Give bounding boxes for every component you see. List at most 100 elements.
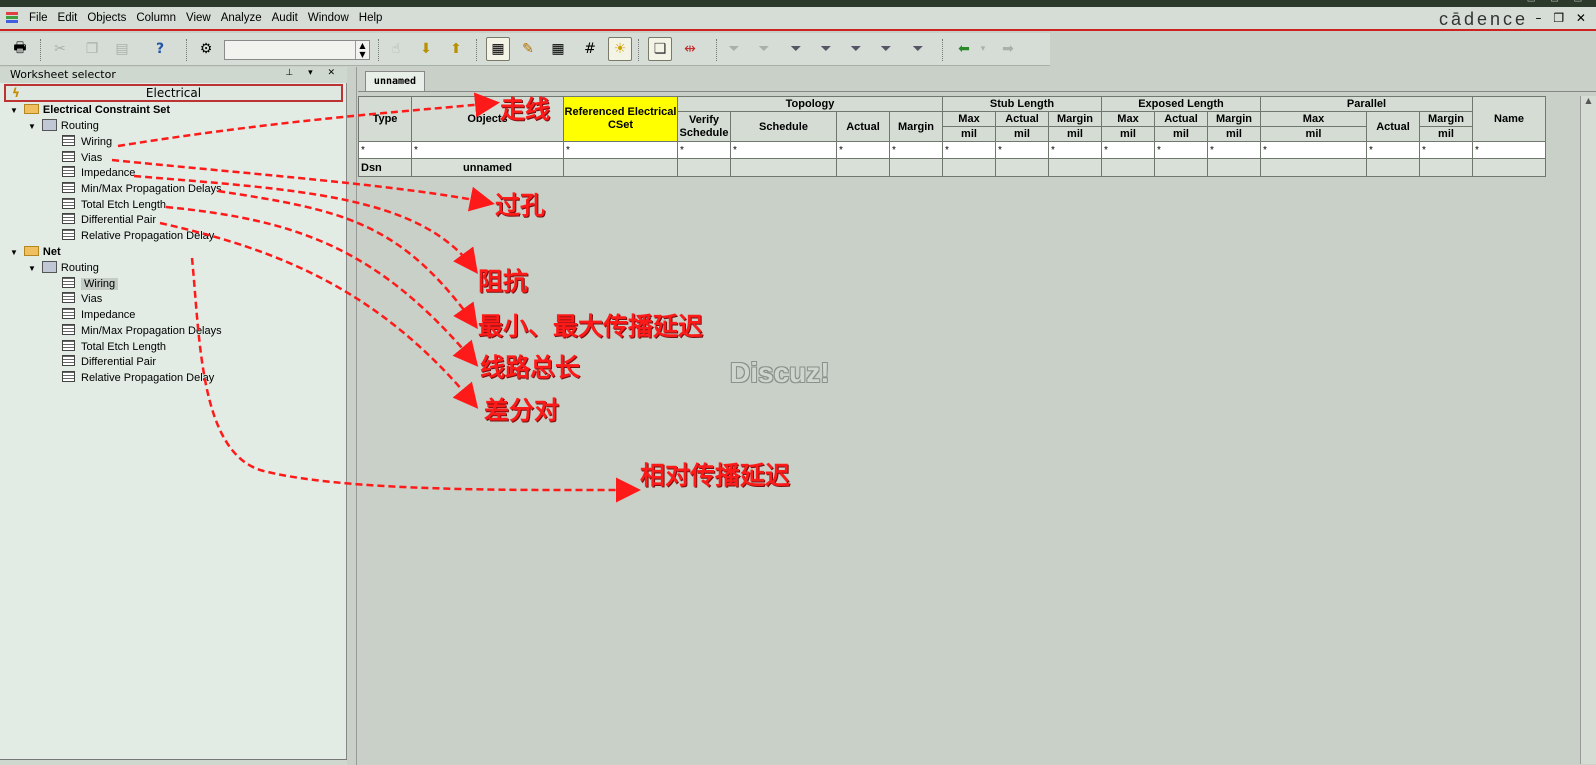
menu-file[interactable]: File [24,12,53,24]
select-icon[interactable]: ☝ [384,37,408,61]
filter-cell[interactable]: * [995,141,1049,159]
cell-stub-actual[interactable] [995,158,1049,177]
menu-audit[interactable]: Audit [267,12,303,24]
tree-item-differential-pair[interactable]: Differential Pair [62,213,156,228]
panel-pin-controls[interactable]: ⊥ ▾ ✕ [285,68,341,78]
filter-cell[interactable]: * [411,141,564,159]
worksheet-icon[interactable]: ▦ [486,37,510,61]
cell-schedule[interactable] [730,158,837,177]
back-dropdown-icon[interactable]: ▾ [976,37,990,61]
menu-objects[interactable]: Objects [82,12,131,24]
col-header-topology-margin[interactable]: Margin [889,111,943,142]
tree-item-net-vias[interactable]: Vias [62,292,102,307]
tree-item-relative-propagation[interactable]: Relative Propagation Delay [62,229,214,244]
table-row[interactable]: Dsn unnamed [358,158,1546,177]
cell-stub-max[interactable] [942,158,996,177]
col-header-parallel-margin[interactable]: Margin [1419,111,1473,127]
filter-cell[interactable]: * [1260,141,1367,159]
filter-multi-icon[interactable]: ⏷ [906,37,930,61]
object-search-combo[interactable]: ▲ ▼ [224,40,370,60]
cut-icon[interactable]: ✂ [48,37,72,61]
filter-cell[interactable]: * [1101,141,1155,159]
filter-cell[interactable]: * [1366,141,1420,159]
tree-node-cset-routing[interactable]: ▼ Routing [28,119,99,134]
tree-node-cset[interactable]: ▼ Electrical Constraint Set [10,103,170,118]
col-header-stub-actual[interactable]: Actual [995,111,1049,127]
window-controls[interactable]: – ❐ ✕ [1536,11,1590,25]
cell-exposed-max[interactable] [1101,158,1155,177]
filter-object-icon[interactable]: ⚙ [194,37,218,61]
col-header-stub-max[interactable]: Max [942,111,996,127]
col-header-parallel-actual[interactable]: Actual [1366,111,1420,142]
panel-bottom-tab[interactable] [0,759,347,765]
col-header-exposed-margin[interactable]: Margin [1207,111,1261,127]
col-header-exposed-max[interactable]: Max [1101,111,1155,127]
edit-cset-icon[interactable]: ✎ [516,37,540,61]
filter-cell[interactable]: * [836,141,890,159]
number-format-icon[interactable]: # [578,37,602,61]
tree-item-net-wiring[interactable]: Wiring [62,277,119,292]
cell-type[interactable]: Dsn [358,158,412,177]
cell-ref-cset[interactable] [563,158,678,177]
tab-unnamed[interactable]: unnamed [365,71,425,91]
col-header-stub-margin[interactable]: Margin [1048,111,1102,127]
filter-cell[interactable]: * [1154,141,1208,159]
grid-view-icon[interactable]: ▦ [546,37,570,61]
filter-clear-icon[interactable]: ⏷ [784,37,808,61]
tree-item-net-differential-pair[interactable]: Differential Pair [62,355,156,370]
col-header-type[interactable]: Type [358,96,412,142]
tree-item-impedance[interactable]: Impedance [62,166,135,181]
cell-stub-margin[interactable] [1048,158,1102,177]
connect-icon[interactable]: ⇹ [678,37,702,61]
expand-toggle-icon[interactable]: ▼ [10,248,18,257]
cell-topology-margin[interactable] [889,158,943,177]
forward-arrow-icon[interactable]: ➡ [996,37,1020,61]
combo-spinner-icon[interactable]: ▲ ▼ [355,41,369,59]
filter-cell[interactable]: * [677,141,731,159]
tree-item-net-total-etch-length[interactable]: Total Etch Length [62,340,166,355]
print-icon[interactable]: 🖶 [8,37,32,61]
help-icon[interactable]: ? [148,37,172,61]
menu-edit[interactable]: Edit [53,12,83,24]
tree-item-vias[interactable]: Vias [62,151,102,166]
copy-icon[interactable]: ❐ [80,37,104,61]
col-header-schedule[interactable]: Schedule [730,111,837,142]
filter-cell[interactable]: * [889,141,943,159]
filter-cell[interactable]: * [1472,141,1546,159]
col-header-exposed-actual[interactable]: Actual [1154,111,1208,127]
filter-cell[interactable]: * [563,141,678,159]
cell-parallel-margin[interactable] [1419,158,1473,177]
filter-icon[interactable]: ⏷ [722,37,746,61]
tree-item-net-impedance[interactable]: Impedance [62,308,135,323]
filter-star-icon[interactable]: ⏷ [844,37,868,61]
filter-net-icon[interactable]: ⏷ [814,37,838,61]
bookmark-up-icon[interactable]: ⬆ [444,37,468,61]
panel-splitter[interactable] [347,67,357,765]
tree-item-minmax-propagation[interactable]: Min/Max Propagation Delays [62,182,222,197]
menu-analyze[interactable]: Analyze [216,12,267,24]
cell-exposed-actual[interactable] [1154,158,1208,177]
vertical-scrollbar[interactable]: ▲ [1580,96,1596,764]
cell-parallel-actual[interactable] [1366,158,1420,177]
filter-green-icon[interactable]: ⏷ [874,37,898,61]
cell-exposed-margin[interactable] [1207,158,1261,177]
cell-name[interactable] [1472,158,1546,177]
filter-cell[interactable]: * [942,141,996,159]
window-layers-icon[interactable]: ❏ [648,37,672,61]
menu-column[interactable]: Column [131,12,181,24]
menu-help[interactable]: Help [354,12,388,24]
title-controls[interactable]: ▭ ▭ ▭ [1527,0,1588,5]
tree-item-net-minmax-propagation[interactable]: Min/Max Propagation Delays [62,324,222,339]
col-header-topology-actual[interactable]: Actual [836,111,890,142]
col-header-name[interactable]: Name [1472,96,1546,142]
tree-node-net-routing[interactable]: ▼ Routing [28,261,99,276]
filter-cell[interactable]: * [730,141,837,159]
expand-toggle-icon[interactable]: ▼ [28,264,36,273]
tree-item-total-etch-length[interactable]: Total Etch Length [62,198,166,213]
tree-node-net[interactable]: ▼ Net [10,245,61,260]
expand-toggle-icon[interactable]: ▼ [10,106,18,115]
tree-item-wiring[interactable]: Wiring [62,135,112,150]
scroll-up-icon[interactable]: ▲ [1581,96,1596,105]
menu-window[interactable]: Window [303,12,354,24]
col-header-verify-schedule[interactable]: Verify Schedule [677,111,731,142]
